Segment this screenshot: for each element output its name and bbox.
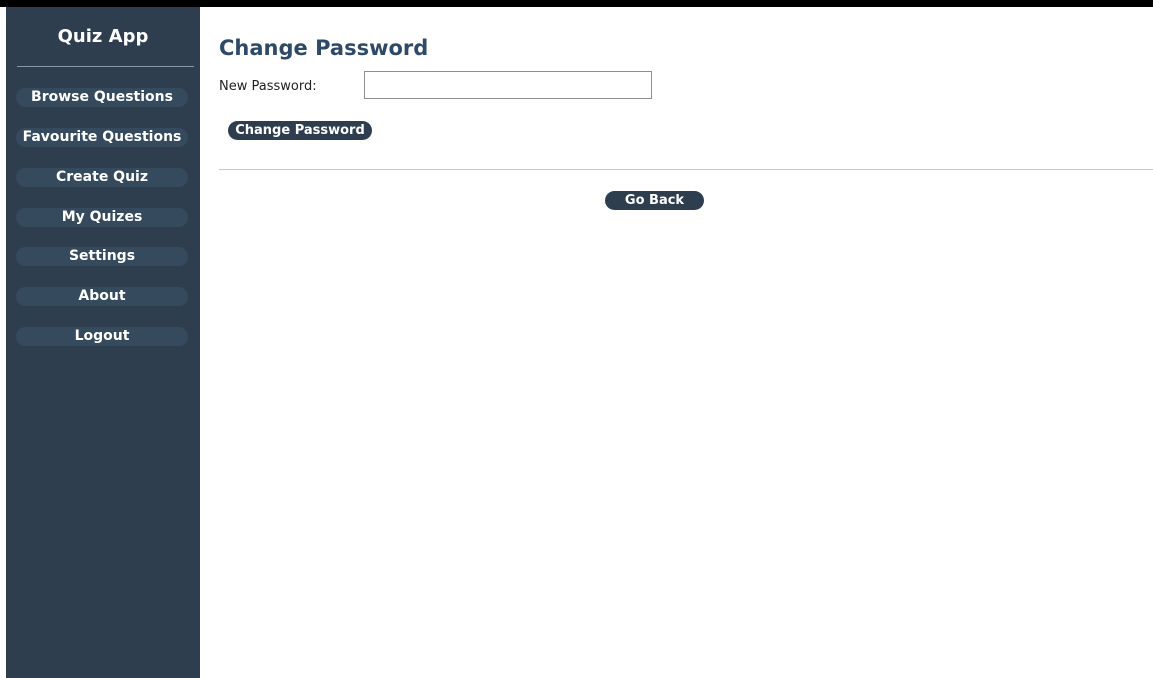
change-password-button[interactable]: Change Password	[228, 121, 372, 140]
sidebar-nav: Browse Questions Favourite Questions Cre…	[6, 7, 200, 678]
sidebar-item-browse-questions[interactable]: Browse Questions	[16, 88, 188, 107]
sidebar-item-logout[interactable]: Logout	[16, 327, 188, 346]
new-password-label: New Password:	[219, 79, 317, 94]
go-back-button[interactable]: Go Back	[605, 191, 704, 210]
new-password-input[interactable]	[364, 71, 652, 99]
sidebar-item-create-quiz[interactable]: Create Quiz	[16, 168, 188, 187]
sidebar-item-settings[interactable]: Settings	[16, 247, 188, 266]
sidebar-item-favourite-questions[interactable]: Favourite Questions	[16, 128, 188, 147]
sidebar: Quiz App Browse Questions Favourite Ques…	[6, 7, 200, 678]
section-divider	[219, 169, 1153, 170]
main-content: Change Password New Password: Change Pas…	[200, 7, 1153, 678]
sidebar-item-about[interactable]: About	[16, 287, 188, 306]
sidebar-item-my-quizes[interactable]: My Quizes	[16, 208, 188, 227]
window-top-strip	[0, 0, 1153, 7]
page-title: Change Password	[219, 36, 429, 60]
